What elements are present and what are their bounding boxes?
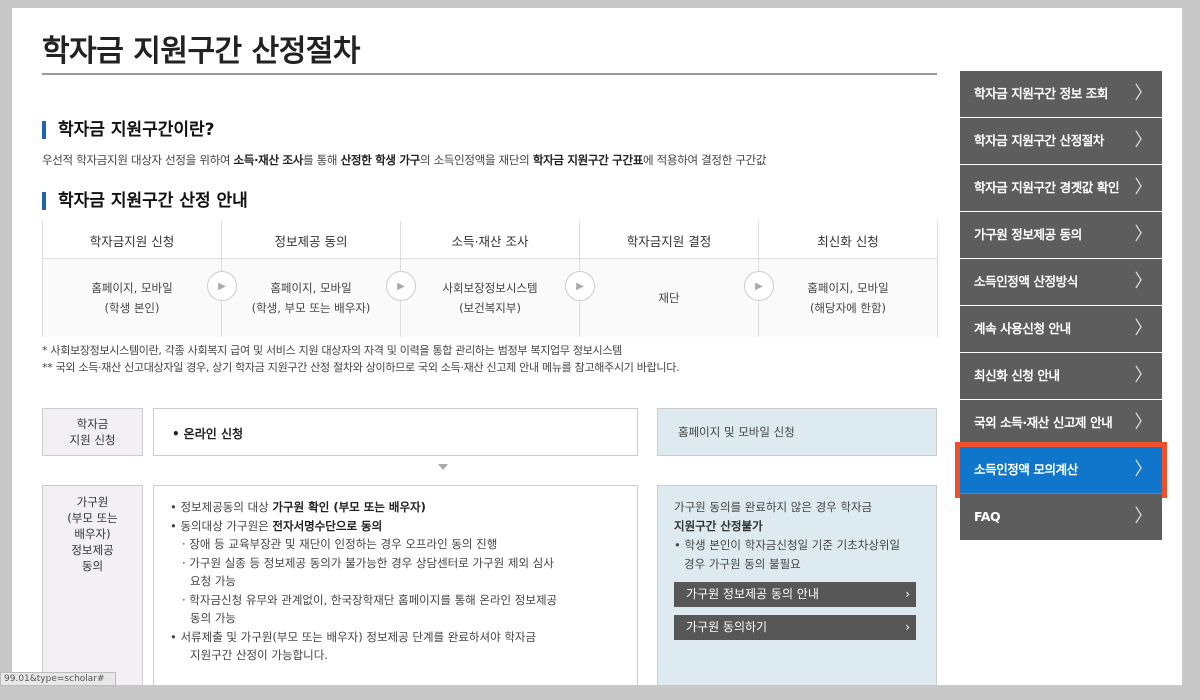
section-heading-guide: 학자금 지원구간 산정 안내 [42, 192, 248, 210]
flow-label-application: 학자금 지원 신청 [42, 408, 143, 456]
page-title: 학자금 지원구간 산정절차 [42, 34, 361, 69]
step-title: 학자금지원 신청 [43, 221, 221, 259]
chevron-right-icon: 〉 [1134, 83, 1152, 104]
play-arrow-icon: ▶ [744, 271, 774, 301]
down-arrow-icon [438, 464, 448, 470]
chevron-right-icon: 〉 [1134, 318, 1152, 339]
chevron-right-icon: 〉 [1134, 130, 1152, 151]
nav-item-procedure[interactable]: 학자금 지원구간 산정절차 〉 [960, 118, 1162, 164]
consent-info: 가구원 동의를 완료하지 않은 경우 학자금 지원구간 산정불가 • 학생 본인… [657, 485, 937, 685]
chevron-right-icon: 〉 [1134, 177, 1152, 198]
chevron-right-icon: 〉 [1134, 459, 1152, 480]
chevron-right-icon: 〉 [1134, 271, 1152, 292]
nav-item-faq[interactable]: FAQ 〉 [960, 494, 1162, 540]
nav-item-household-consent[interactable]: 가구원 정보제공 동의 〉 [960, 212, 1162, 258]
title-divider [42, 73, 937, 75]
step-title: 소득·재산 조사 [401, 221, 579, 259]
nav-item-update[interactable]: 최신화 신청 안내 〉 [960, 353, 1162, 399]
chevron-right-icon: › [905, 587, 910, 601]
process-steps: 학자금지원 신청 홈페이지, 모바일 (학생 본인) 정보제공 동의 홈페이지, … [42, 221, 938, 337]
footnote-1: * 사회보장정보시스템이란, 각종 사회복지 급여 및 서비스 지원 대상자의 … [42, 344, 622, 357]
chevron-right-icon: 〉 [1134, 412, 1152, 433]
definition-text: 우선적 학자금지원 대상자 선정을 위하여 소득·재산 조사를 통해 산정한 학… [42, 153, 767, 167]
step-consent: 정보제공 동의 홈페이지, 모바일 (학생, 부모 또는 배우자) [222, 221, 401, 337]
chevron-right-icon: 〉 [1134, 506, 1152, 527]
flow-label-consent: 가구원 (부모 또는 배우자) 정보제공 동의 [42, 485, 143, 685]
step-body: 홈페이지, 모바일 (학생 본인) [43, 259, 221, 337]
play-arrow-icon: ▶ [386, 271, 416, 301]
consent-guide-button[interactable]: 가구원 정보제공 동의 안내 › [674, 582, 916, 607]
online-application-box: • 온라인 신청 [153, 408, 638, 456]
play-arrow-icon: ▶ [207, 271, 237, 301]
nav-item-continued-use[interactable]: 계속 사용신청 안내 〉 [960, 306, 1162, 352]
play-arrow-icon: ▶ [565, 271, 595, 301]
nav-item-overseas[interactable]: 국외 소득·재산 신고제 안내 〉 [960, 400, 1162, 446]
household-consent-button[interactable]: 가구원 동의하기 › [674, 615, 916, 640]
step-investigation: 소득·재산 조사 사회보장정보시스템 (보건복지부) [401, 221, 580, 337]
application-method-note: 홈페이지 및 모바일 신청 [657, 408, 937, 456]
step-body: 홈페이지, 모바일 (해당자에 한함) [759, 259, 937, 337]
page-content: 학자금 지원구간 산정절차 학자금 지원구간이란? 우선적 학자금지원 대상자 … [12, 8, 1182, 685]
chevron-right-icon: 〉 [1134, 365, 1152, 386]
step-title: 최신화 신청 [759, 221, 937, 259]
side-navigation: 학자금 지원구간 정보 조회 〉 학자금 지원구간 산정절차 〉 학자금 지원구간 … [955, 71, 1167, 541]
step-decision: 학자금지원 결정 재단 [580, 221, 759, 337]
chevron-right-icon: › [905, 620, 910, 634]
nav-item-threshold[interactable]: 학자금 지원구간 경곗값 확인 〉 [960, 165, 1162, 211]
status-url-tooltip: 99.01&type=scholar# [0, 672, 116, 686]
nav-item-mock-calculation[interactable]: 소득인정액 모의계산 〉 [955, 442, 1167, 498]
footnote-2: ** 국외 소득·재산 신고대상자일 경우, 상기 학자금 지원구간 산정 절차… [42, 361, 680, 374]
step-body: 재단 [580, 259, 758, 337]
step-body: 사회보장정보시스템 (보건복지부) [401, 259, 579, 337]
section-heading-definition: 학자금 지원구간이란? [42, 121, 215, 139]
step-title: 정보제공 동의 [222, 221, 400, 259]
nav-item-info-lookup[interactable]: 학자금 지원구간 정보 조회 〉 [960, 71, 1162, 117]
step-body: 홈페이지, 모바일 (학생, 부모 또는 배우자) [222, 259, 400, 337]
chevron-right-icon: 〉 [1134, 224, 1152, 245]
consent-details: • 정보제공동의 대상 가구원 확인 (부모 또는 배우자) • 동의대상 가구… [153, 485, 638, 685]
step-application: 학자금지원 신청 홈페이지, 모바일 (학생 본인) [43, 221, 222, 337]
step-title: 학자금지원 결정 [580, 221, 758, 259]
step-update: 최신화 신청 홈페이지, 모바일 (해당자에 한함) [759, 221, 938, 337]
nav-item-income-method[interactable]: 소득인정액 산정방식 〉 [960, 259, 1162, 305]
